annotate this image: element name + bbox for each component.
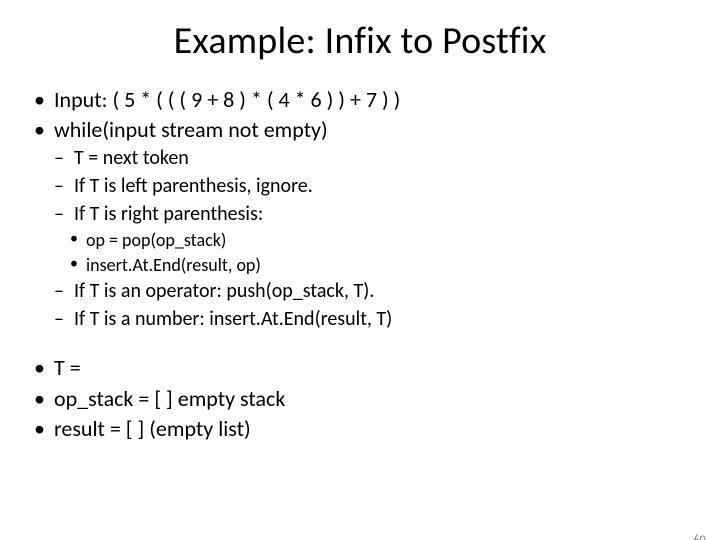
- bullet-list-bottom: T = op_stack = [ ] empty stack result = …: [30, 354, 700, 442]
- bullet-right-paren: If T is right parenthesis:: [52, 202, 700, 228]
- bullet-input: Input: ( 5 * ( ( ( 9 + 8 ) * ( 4 * 6 ) )…: [30, 86, 700, 114]
- slide-content: Input: ( 5 * ( ( ( 9 + 8 ) * ( 4 * 6 ) )…: [0, 86, 720, 443]
- slide-title: Example: Infix to Postfix: [0, 18, 720, 64]
- bullet-while: while(input stream not empty): [30, 116, 700, 144]
- spacer: [30, 334, 700, 352]
- bullet-number: If T is a number: insert.At.End(result, …: [52, 307, 700, 333]
- bullet-operator: If T is an operator: push(op_stack, T).: [52, 279, 700, 305]
- bullet-list-sub: T = next token If T is left parenthesis,…: [30, 146, 700, 227]
- bullet-op-stack: op_stack = [ ] empty stack: [30, 385, 700, 413]
- slide: Example: Infix to Postfix Input: ( 5 * (…: [0, 18, 720, 540]
- page-number: 60: [693, 533, 706, 540]
- bullet-t-next: T = next token: [52, 146, 700, 172]
- bullet-pop: op = pop(op_stack): [68, 229, 700, 252]
- bullet-left-paren: If T is left parenthesis, ignore.: [52, 174, 700, 200]
- bullet-t-eq: T =: [30, 354, 700, 382]
- bullet-insert: insert.At.End(result, op): [68, 254, 700, 277]
- bullet-list-sub2: op = pop(op_stack) insert.At.End(result,…: [30, 229, 700, 277]
- bullet-list-sub-cont: If T is an operator: push(op_stack, T). …: [30, 279, 700, 332]
- bullet-list-top: Input: ( 5 * ( ( ( 9 + 8 ) * ( 4 * 6 ) )…: [30, 86, 700, 144]
- bullet-result: result = [ ] (empty list): [30, 415, 700, 443]
